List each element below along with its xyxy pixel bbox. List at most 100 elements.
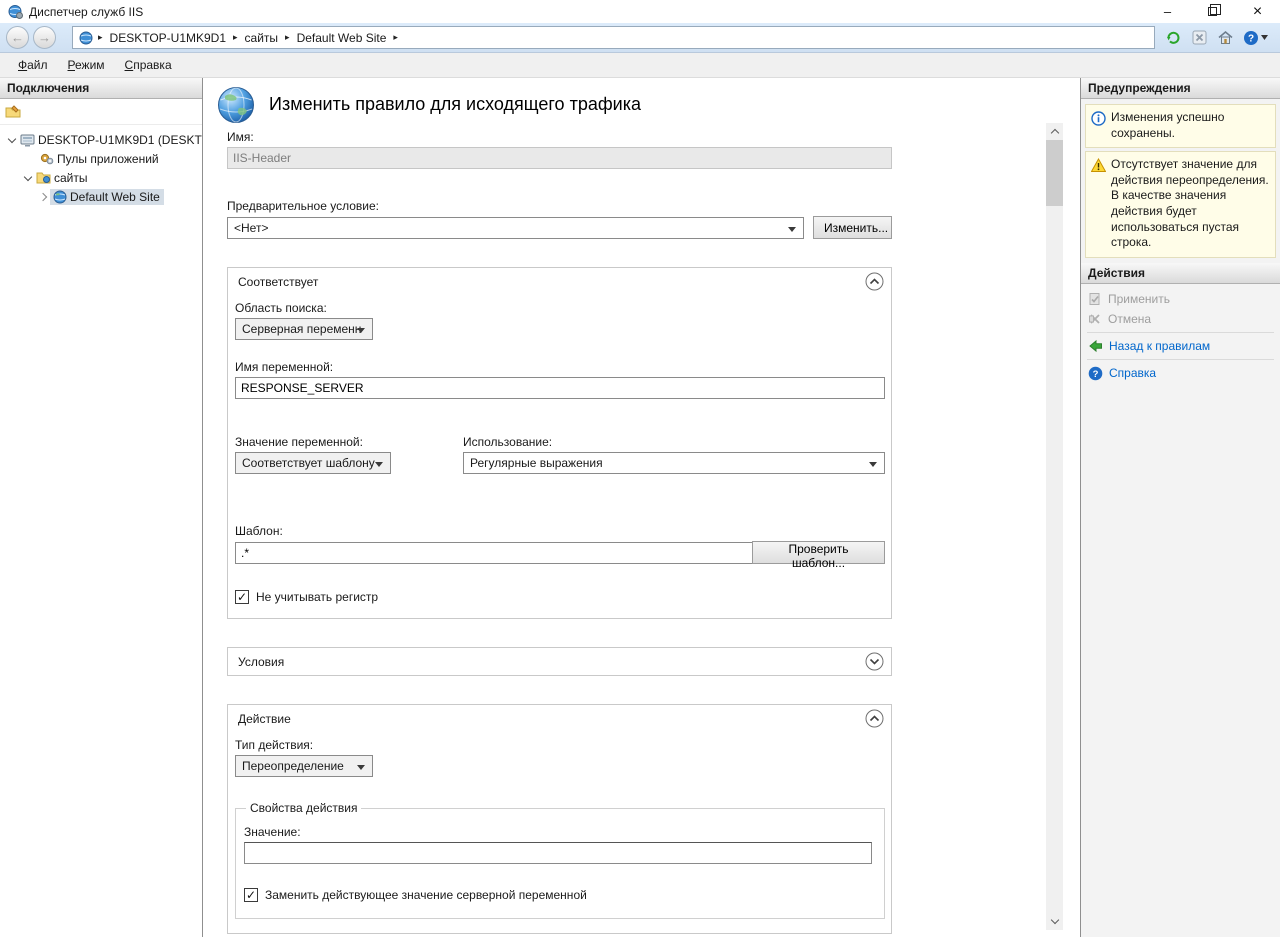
- feature-view: Изменить правило для исходящего трафика …: [203, 78, 1080, 937]
- refresh-icon: [1165, 29, 1182, 46]
- site-globe-icon: [53, 190, 67, 204]
- breadcrumb: ▸ DESKTOP-U1MK9D1 ▸ сайты ▸ Default Web …: [72, 26, 1155, 49]
- precondition-label: Предварительное условие:: [227, 199, 892, 213]
- breadcrumb-item-sites[interactable]: сайты: [240, 31, 284, 45]
- back-to-rules-link[interactable]: Назад к правилам: [1081, 336, 1280, 356]
- alert-warning: Отсутствует значение для действия переоп…: [1085, 151, 1276, 258]
- actions-separator: [1087, 359, 1274, 360]
- content-scrollbar[interactable]: [1046, 123, 1063, 930]
- replace-existing-checkbox[interactable]: ✓: [244, 888, 258, 902]
- action-section-header[interactable]: Действие: [228, 705, 891, 732]
- scroll-thumb[interactable]: [1046, 140, 1063, 206]
- variable-value-select[interactable]: Соответствует шаблону: [235, 452, 391, 474]
- collapse-icon[interactable]: [6, 134, 18, 146]
- create-connection-button[interactable]: [5, 104, 21, 120]
- scope-select[interactable]: Серверная переменн: [235, 318, 373, 340]
- edit-precondition-button[interactable]: Изменить...: [813, 216, 892, 239]
- back-arrow-icon: [1088, 339, 1103, 353]
- collapse-section-icon[interactable]: [865, 272, 884, 291]
- conditions-section-header[interactable]: Условия: [228, 648, 891, 675]
- action-section: Действие Тип действия: Переопределение С…: [227, 704, 892, 934]
- address-bar: ← → ▸ DESKTOP-U1MK9D1 ▸ сайты ▸ Default …: [0, 23, 1280, 53]
- value-input[interactable]: [244, 842, 872, 864]
- server-icon: [20, 133, 35, 147]
- rule-form: Имя: Предварительное условие: <Нет> Изме…: [227, 130, 892, 937]
- conditions-section-title: Условия: [238, 655, 284, 669]
- using-select[interactable]: Регулярные выражения: [463, 452, 885, 474]
- collapse-icon[interactable]: [22, 172, 34, 184]
- menu-item-view[interactable]: Режим: [58, 55, 115, 75]
- minimize-button[interactable]: –: [1145, 0, 1190, 23]
- help-icon: ?: [1088, 366, 1103, 381]
- back-button[interactable]: ←: [6, 26, 29, 49]
- close-button[interactable]: ×: [1235, 0, 1280, 23]
- match-section-title: Соответствует: [238, 275, 318, 289]
- svg-text:?: ?: [1248, 33, 1254, 44]
- app-pools-icon: [40, 152, 54, 166]
- actions-separator: [1087, 332, 1274, 333]
- tree-item-label: Пулы приложений: [57, 152, 159, 166]
- conditions-section: Условия: [227, 647, 892, 676]
- tree-item-default-web-site[interactable]: Default Web Site: [0, 187, 202, 206]
- apply-icon: [1088, 292, 1102, 306]
- connections-tree: DESKTOP-U1MK9D1 (DESKTOI Пулы приложений…: [0, 125, 202, 206]
- tree-item-label: Default Web Site: [70, 190, 160, 204]
- precondition-select[interactable]: <Нет>: [227, 217, 804, 239]
- warning-icon: [1091, 158, 1106, 173]
- home-icon: [1217, 29, 1234, 46]
- action-type-select[interactable]: Переопределение: [235, 755, 373, 777]
- scroll-up-button[interactable]: [1046, 123, 1063, 140]
- alert-text: Изменения успешно сохранены.: [1111, 110, 1271, 141]
- action-section-title: Действие: [238, 712, 291, 726]
- name-label: Имя:: [227, 130, 892, 144]
- tree-item-label: сайты: [54, 171, 88, 185]
- home-button[interactable]: [1217, 29, 1234, 46]
- breadcrumb-item-server[interactable]: DESKTOP-U1MK9D1: [105, 31, 231, 45]
- test-pattern-button[interactable]: Проверить шаблон...: [752, 541, 885, 564]
- cancel-button: Отмена: [1081, 309, 1280, 329]
- refresh-button[interactable]: [1165, 29, 1182, 46]
- variable-name-input[interactable]: [235, 377, 885, 399]
- expand-section-icon[interactable]: [865, 652, 884, 671]
- help-link[interactable]: ? Справка: [1081, 363, 1280, 384]
- titlebar: Диспетчер служб IIS – ×: [0, 0, 1280, 23]
- tree-item-server[interactable]: DESKTOP-U1MK9D1 (DESKTOI: [0, 130, 202, 149]
- app-icon: [8, 4, 23, 19]
- match-section-header[interactable]: Соответствует: [228, 268, 891, 295]
- connections-header: Подключения: [0, 78, 202, 99]
- page-title: Изменить правило для исходящего трафика: [269, 94, 641, 115]
- value-label: Значение:: [244, 825, 872, 839]
- scope-label: Область поиска:: [235, 301, 885, 315]
- breadcrumb-separator-icon: ▸: [96, 32, 105, 43]
- collapse-section-icon[interactable]: [865, 709, 884, 728]
- sites-folder-icon: [36, 171, 51, 184]
- scroll-down-button[interactable]: [1046, 913, 1063, 930]
- match-section: Соответствует Область поиска: Серверная …: [227, 267, 892, 619]
- stop-icon: [1191, 29, 1208, 46]
- pattern-label: Шаблон:: [235, 524, 885, 538]
- tree-item-label: DESKTOP-U1MK9D1 (DESKTOI: [38, 133, 202, 147]
- tree-item-app-pools[interactable]: Пулы приложений: [0, 149, 202, 168]
- svg-text:?: ?: [1093, 369, 1099, 380]
- alert-text: Отсутствует значение для действия переоп…: [1111, 157, 1271, 251]
- stop-button[interactable]: [1191, 29, 1208, 46]
- back-icon: ←: [11, 30, 24, 45]
- restore-icon: [1208, 7, 1217, 16]
- help-menu-button[interactable]: ?: [1243, 30, 1268, 46]
- connections-toolbar: [0, 99, 202, 125]
- expand-icon[interactable]: [38, 191, 50, 203]
- cancel-icon: [1088, 312, 1102, 326]
- pattern-input[interactable]: [235, 542, 753, 564]
- name-field: [227, 147, 892, 169]
- variable-value-label: Значение переменной:: [235, 435, 463, 449]
- connections-panel: Подключения DESKTOP-U1MK9D1 (DESKTOI Пул…: [0, 78, 203, 937]
- forward-button[interactable]: →: [33, 26, 56, 49]
- menu-item-help[interactable]: Справка: [115, 55, 182, 75]
- breadcrumb-item-default-web-site[interactable]: Default Web Site: [292, 31, 392, 45]
- tree-item-sites[interactable]: сайты: [0, 168, 202, 187]
- window-title: Диспетчер служб IIS: [29, 5, 143, 19]
- ignore-case-checkbox[interactable]: ✓: [235, 590, 249, 604]
- action-type-label: Тип действия:: [235, 738, 885, 752]
- restore-button[interactable]: [1190, 0, 1235, 23]
- menu-item-file[interactable]: Файл: [8, 55, 58, 75]
